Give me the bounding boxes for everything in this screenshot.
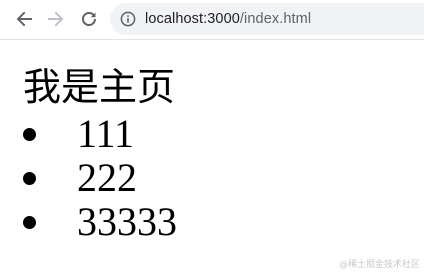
bullet-icon xyxy=(23,128,36,141)
watermark: @稀土掘金技术社区 xyxy=(338,260,420,270)
page-content: 我是主页 111 222 33333 xyxy=(0,40,424,274)
bullet-icon xyxy=(23,216,36,229)
arrow-right-icon xyxy=(48,11,64,27)
list-item: 33333 xyxy=(0,200,240,244)
reload-icon xyxy=(82,12,96,27)
list-item: 222 xyxy=(0,156,240,200)
url-text[interactable]: localhost:3000/index.html xyxy=(145,11,311,27)
item-list: 111 222 33333 xyxy=(0,112,240,244)
list-item-text: 222 xyxy=(77,155,137,200)
url-host: localhost:3000 xyxy=(145,11,240,27)
bullet-icon xyxy=(23,172,36,185)
address-bar[interactable]: localhost:3000/index.html xyxy=(110,3,424,35)
page-title: 我是主页 xyxy=(23,65,176,109)
url-path: /index.html xyxy=(239,11,312,27)
reload-button[interactable] xyxy=(78,8,100,30)
browser-toolbar: localhost:3000/index.html xyxy=(0,0,424,40)
back-button[interactable] xyxy=(13,8,35,30)
arrow-left-icon xyxy=(16,11,32,27)
list-item-text: 111 xyxy=(77,111,135,156)
list-item: 111 xyxy=(0,112,240,156)
info-icon[interactable] xyxy=(120,11,136,27)
forward-button[interactable] xyxy=(45,8,67,30)
list-item-text: 33333 xyxy=(77,199,177,244)
